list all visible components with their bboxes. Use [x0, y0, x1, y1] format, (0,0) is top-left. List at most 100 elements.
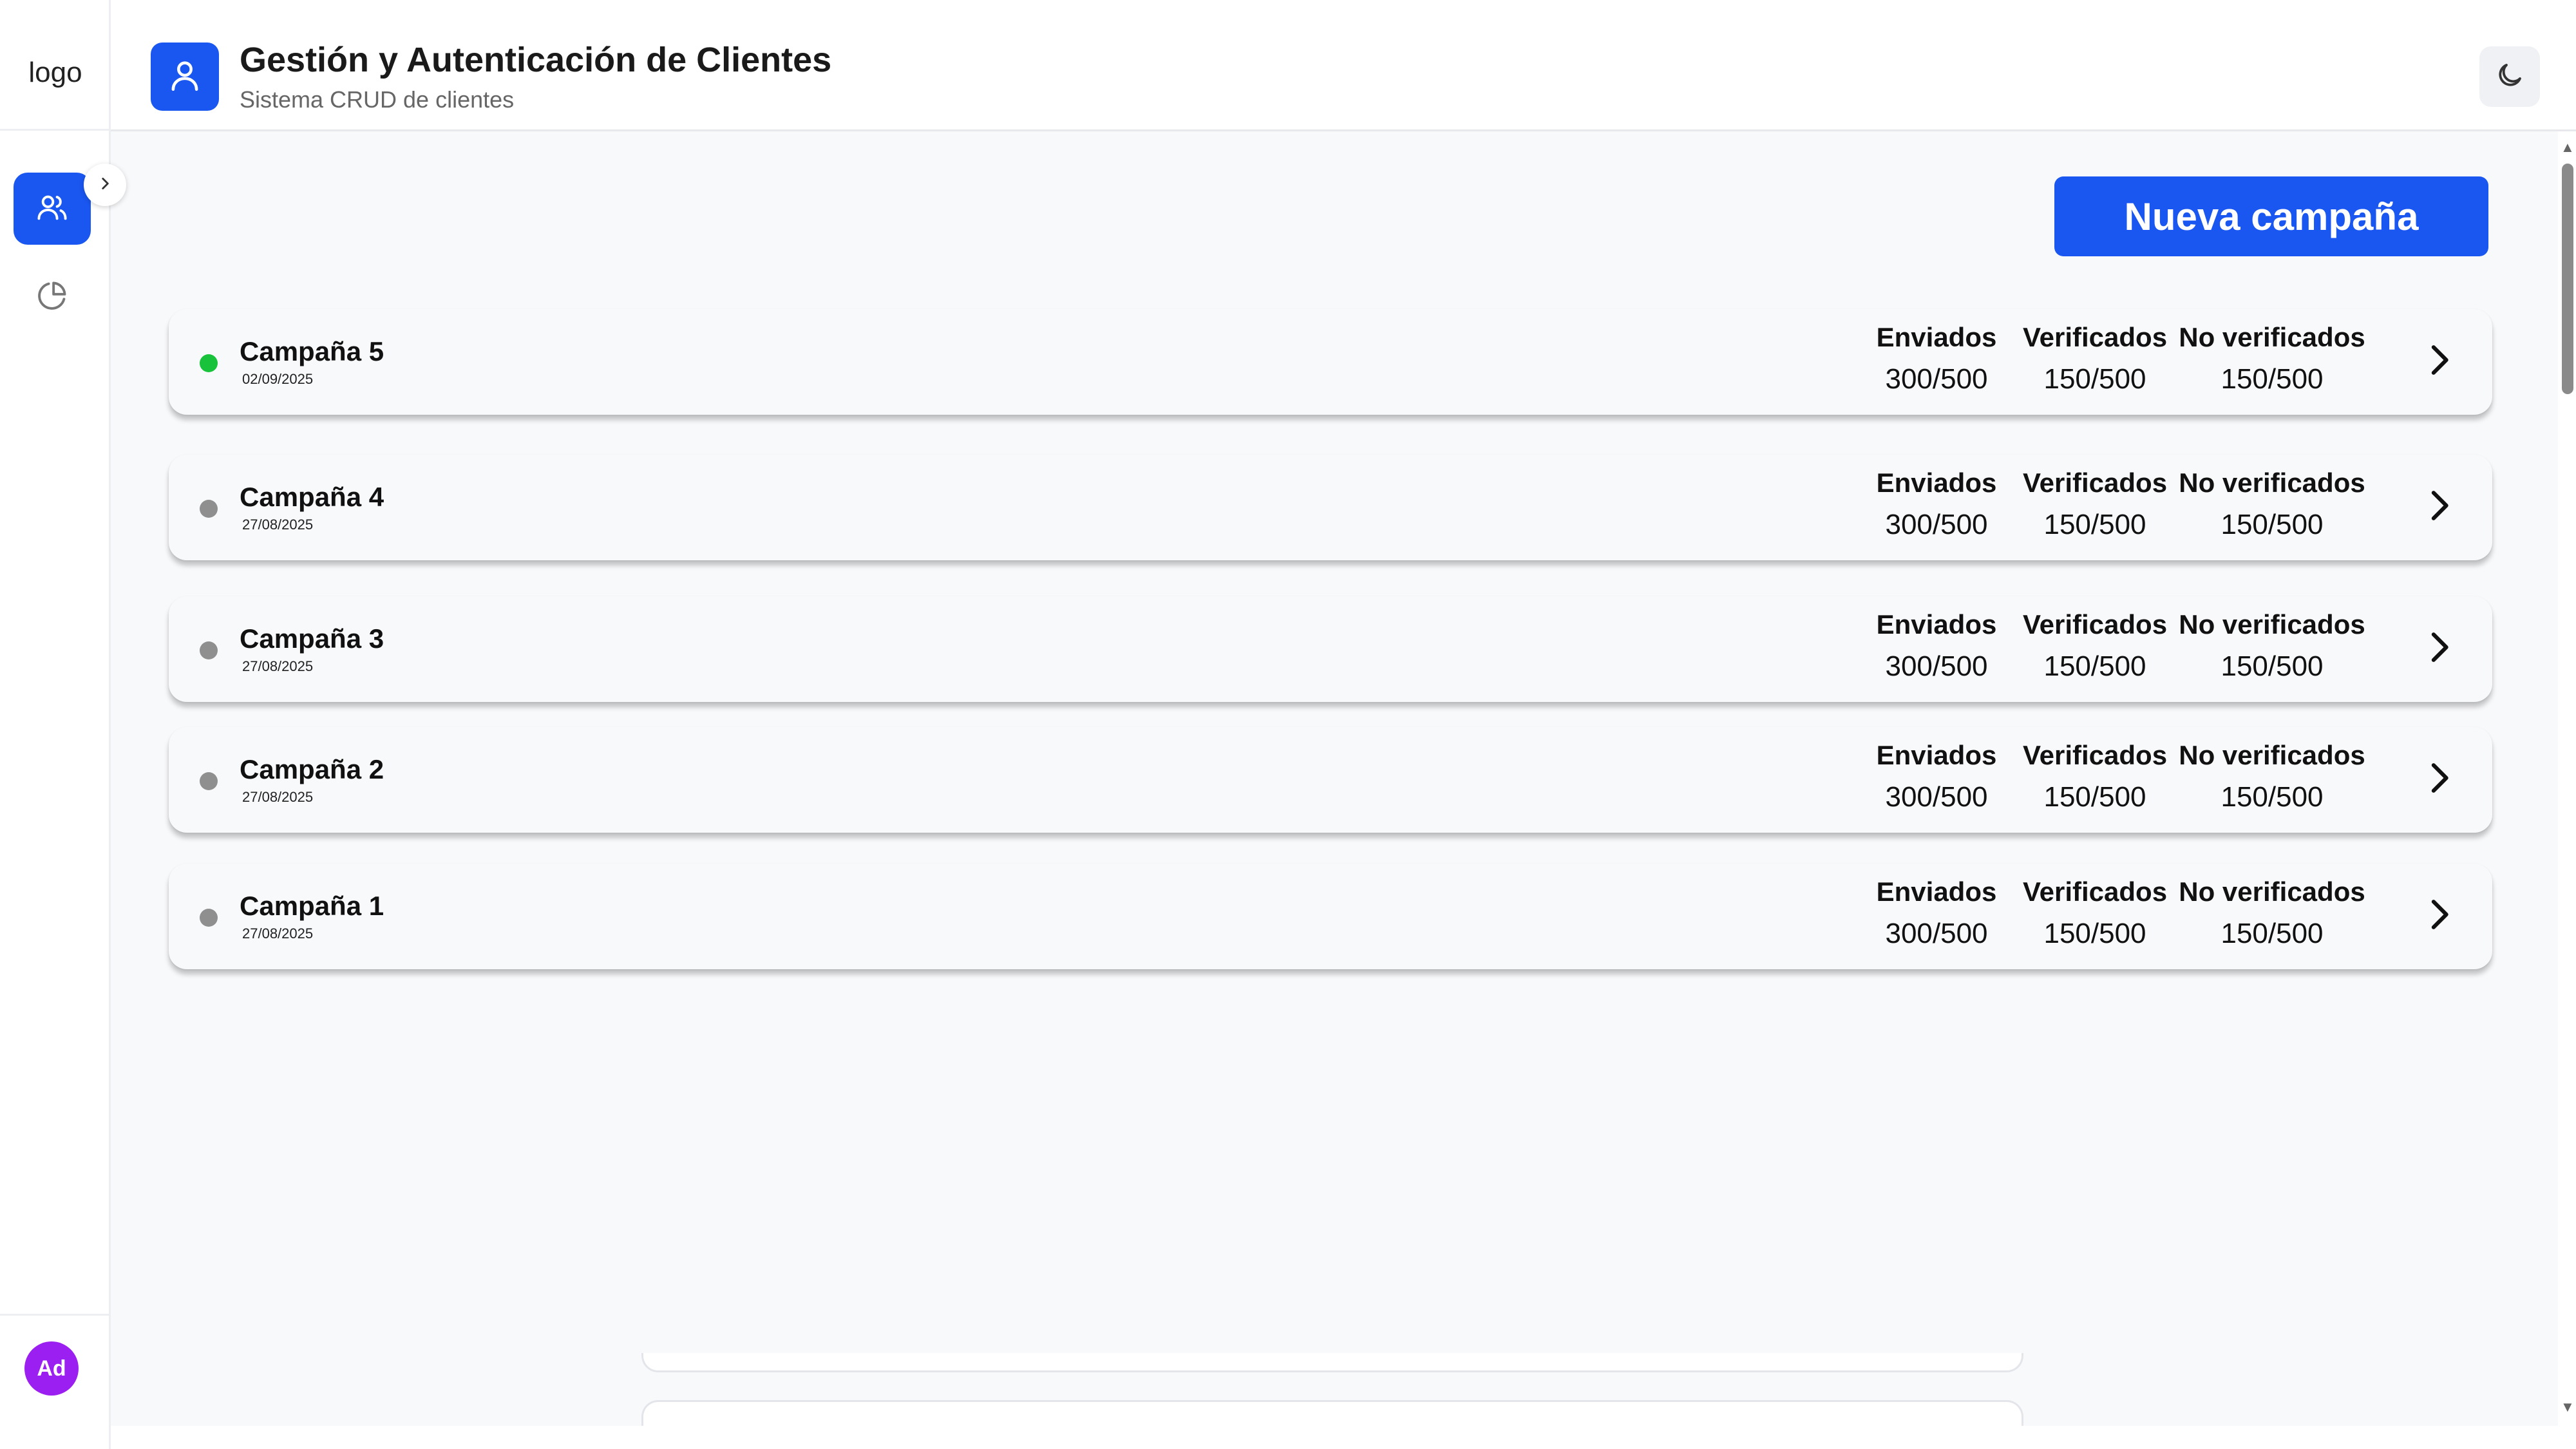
stat-sent-label: Enviados — [1876, 322, 1997, 352]
top-bar: Gestión y Autenticación de Clientes Sist… — [111, 0, 2576, 131]
campaign-card[interactable]: Campaña 3 27/08/2025 Enviados 300/500 Ve… — [169, 596, 2492, 702]
stat-sent: Enviados 300/500 — [1856, 876, 2017, 950]
stat-verified: Verificados 150/500 — [2014, 609, 2175, 683]
open-campaign-button[interactable] — [2416, 339, 2461, 384]
stat-verified-value: 150/500 — [2043, 781, 2146, 813]
stat-verified-value: 150/500 — [2043, 363, 2146, 395]
user-icon — [166, 57, 204, 97]
nav-item-reports[interactable] — [14, 261, 91, 333]
app-icon — [151, 43, 219, 111]
stat-sent-value: 300/500 — [1885, 781, 1988, 813]
campaign-name: Campaña 4 — [240, 482, 384, 512]
moon-icon — [2494, 60, 2525, 94]
page-subtitle: Sistema CRUD de clientes — [240, 86, 515, 113]
stat-sent: Enviados 300/500 — [1856, 468, 2017, 541]
chevron-right-icon — [97, 175, 113, 195]
stat-verified-value: 150/500 — [2043, 650, 2146, 682]
stat-sent: Enviados 300/500 — [1856, 609, 2017, 683]
chevron-right-icon — [2421, 488, 2457, 527]
new-campaign-button[interactable]: Nueva campaña — [2054, 176, 2488, 256]
sidebar-expand-button[interactable] — [84, 164, 126, 206]
sidebar-divider — [0, 1314, 111, 1316]
stat-sent-label: Enviados — [1876, 876, 1997, 907]
stat-verified-value: 150/500 — [2043, 918, 2146, 949]
stat-verified: Verificados 150/500 — [2014, 740, 2175, 813]
chevron-right-icon — [2421, 342, 2457, 381]
stat-verified-label: Verificados — [2022, 609, 2168, 639]
stat-unverified: No verificados 150/500 — [2175, 468, 2369, 541]
stat-sent: Enviados 300/500 — [1856, 740, 2017, 813]
stat-verified-value: 150/500 — [2043, 509, 2146, 540]
campaign-name: Campaña 3 — [240, 623, 384, 654]
stat-sent-value: 300/500 — [1885, 918, 1988, 949]
stat-unverified-label: No verificados — [2179, 609, 2365, 639]
stat-unverified: No verificados 150/500 — [2175, 740, 2369, 813]
stat-verified: Verificados 150/500 — [2014, 322, 2175, 395]
avatar[interactable]: Ad — [24, 1341, 79, 1396]
campaign-card[interactable]: Campaña 5 02/09/2025 Enviados 300/500 Ve… — [169, 309, 2492, 415]
chevron-right-icon — [2421, 629, 2457, 668]
status-dot — [200, 354, 218, 372]
list-item — [641, 1400, 2023, 1426]
stat-unverified-label: No verificados — [2179, 322, 2365, 352]
status-dot — [200, 641, 218, 659]
stat-verified-label: Verificados — [2022, 468, 2168, 498]
stat-unverified: No verificados 150/500 — [2175, 609, 2369, 683]
theme-toggle-button[interactable] — [2479, 46, 2540, 107]
scroll-up-icon[interactable]: ▲ — [2561, 139, 2575, 156]
open-campaign-button[interactable] — [2416, 757, 2461, 802]
campaign-date: 27/08/2025 — [242, 789, 314, 805]
stat-unverified: No verificados 150/500 — [2175, 876, 2369, 950]
stat-unverified: No verificados 150/500 — [2175, 322, 2369, 395]
stat-sent: Enviados 300/500 — [1856, 322, 2017, 395]
stat-unverified-label: No verificados — [2179, 740, 2365, 770]
stat-sent-value: 300/500 — [1885, 650, 1988, 682]
stat-sent-label: Enviados — [1876, 468, 1997, 498]
scroll-down-icon[interactable]: ▼ — [2561, 1399, 2575, 1416]
sidebar-divider — [0, 129, 111, 131]
campaign-name: Campaña 5 — [240, 336, 384, 366]
scrollbar-thumb[interactable] — [2562, 164, 2573, 394]
campaign-card[interactable]: Campaña 2 27/08/2025 Enviados 300/500 Ve… — [169, 727, 2492, 833]
campaign-date: 27/08/2025 — [242, 658, 314, 674]
main-content: Nueva campaña Campaña 5 02/09/2025 Envia… — [111, 131, 2558, 1426]
stat-sent-label: Enviados — [1876, 609, 1997, 639]
users-icon — [35, 191, 69, 227]
chevron-right-icon — [2421, 896, 2457, 936]
open-campaign-button[interactable] — [2416, 893, 2461, 938]
status-dot — [200, 772, 218, 790]
campaign-date: 02/09/2025 — [242, 371, 314, 387]
pie-chart-icon — [35, 279, 69, 316]
stat-unverified-value: 150/500 — [2221, 363, 2324, 395]
stat-sent-value: 300/500 — [1885, 363, 1988, 395]
stat-unverified-label: No verificados — [2179, 468, 2365, 498]
campaign-card[interactable]: Campaña 1 27/08/2025 Enviados 300/500 Ve… — [169, 864, 2492, 969]
list-item — [641, 1353, 2023, 1372]
stat-unverified-value: 150/500 — [2221, 509, 2324, 540]
campaign-date: 27/08/2025 — [242, 925, 314, 942]
page-title: Gestión y Autenticación de Clientes — [240, 41, 832, 79]
scrollbar[interactable]: ▲ ▼ — [2558, 131, 2576, 1426]
sidebar: logo Ad — [0, 0, 126, 1449]
bottom-strip — [111, 1426, 2576, 1449]
campaign-card[interactable]: Campaña 4 27/08/2025 Enviados 300/500 Ve… — [169, 455, 2492, 560]
open-campaign-button[interactable] — [2416, 626, 2461, 671]
stat-verified: Verificados 150/500 — [2014, 876, 2175, 950]
status-dot — [200, 909, 218, 927]
stat-verified-label: Verificados — [2022, 740, 2168, 770]
stat-verified: Verificados 150/500 — [2014, 468, 2175, 541]
campaign-name: Campaña 1 — [240, 891, 384, 921]
stat-unverified-label: No verificados — [2179, 876, 2365, 907]
campaign-name: Campaña 2 — [240, 754, 384, 784]
stat-verified-label: Verificados — [2022, 322, 2168, 352]
nav-item-clients[interactable] — [14, 173, 91, 245]
status-dot — [200, 500, 218, 518]
stat-unverified-value: 150/500 — [2221, 781, 2324, 813]
stat-unverified-value: 150/500 — [2221, 650, 2324, 682]
logo: logo — [28, 57, 82, 88]
stat-sent-label: Enviados — [1876, 740, 1997, 770]
open-campaign-button[interactable] — [2416, 484, 2461, 529]
stat-verified-label: Verificados — [2022, 876, 2168, 907]
chevron-right-icon — [2421, 760, 2457, 799]
campaign-date: 27/08/2025 — [242, 516, 314, 533]
